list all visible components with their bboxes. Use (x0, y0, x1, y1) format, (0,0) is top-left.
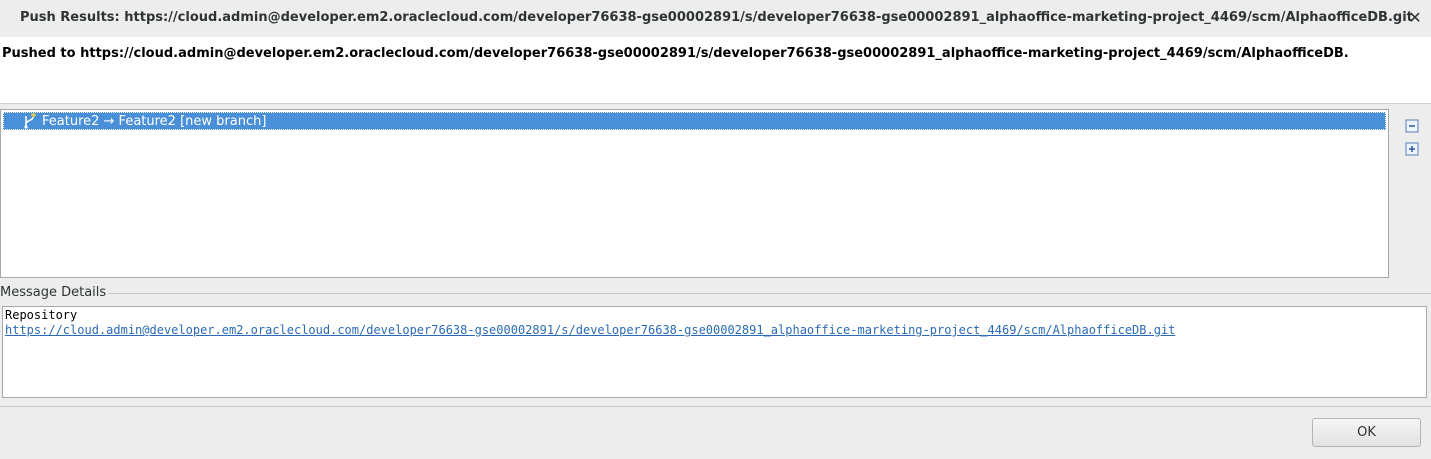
tree-row-feature2[interactable]: Feature2 → Feature2 [new branch] (3, 112, 1386, 130)
push-results-tree[interactable]: Feature2 → Feature2 [new branch] (0, 109, 1389, 278)
ok-button[interactable]: OK (1312, 418, 1421, 447)
message-details-text[interactable]: Repository https://cloud.admin@developer… (2, 306, 1427, 398)
window-title: Push Results: https://cloud.admin@develo… (20, 10, 1413, 25)
message-details-legend: Message Details (0, 285, 109, 301)
push-result-message: Pushed to https://cloud.admin@developer.… (2, 46, 1349, 61)
branch-new-icon (22, 113, 38, 129)
expand-all-icon[interactable] (1405, 142, 1419, 156)
title-bar: Push Results: https://cloud.admin@develo… (0, 0, 1431, 37)
result-header: Pushed to https://cloud.admin@developer.… (0, 37, 1431, 104)
collapse-all-icon[interactable] (1405, 119, 1419, 133)
repository-label: Repository (5, 308, 78, 322)
tree-row-label: Feature2 → Feature2 [new branch] (42, 114, 267, 129)
repository-link[interactable]: https://cloud.admin@developer.em2.oracle… (5, 323, 1175, 337)
close-icon[interactable]: ✕ (1407, 9, 1423, 27)
